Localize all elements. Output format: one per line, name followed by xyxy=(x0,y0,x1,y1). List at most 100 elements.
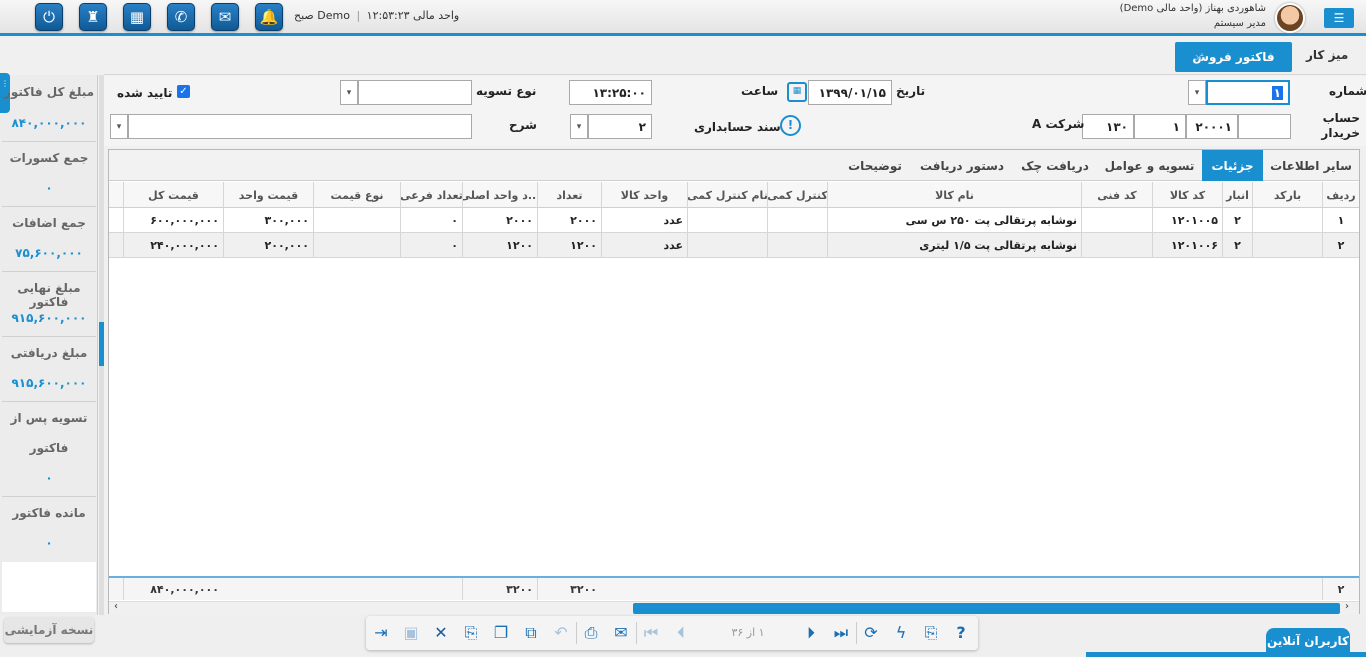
send-mail-icon[interactable]: ✉ xyxy=(610,622,632,644)
approved-checkbox[interactable]: ✓ xyxy=(177,85,190,98)
cell-qty-sub[interactable]: ۰ xyxy=(400,208,462,233)
cell-qty[interactable]: ۲۰۰۰ xyxy=(537,208,601,233)
save-icon[interactable]: ▣ xyxy=(400,622,422,644)
paste-icon[interactable]: ⧉ xyxy=(520,622,542,644)
date-field[interactable]: ۱۳۹۹/۰۱/۱۵ xyxy=(808,80,892,105)
summary-final: مبلغ نهایی فاکتور xyxy=(17,281,81,309)
col-warehouse[interactable]: انبار xyxy=(1222,182,1252,208)
cell-barcode[interactable] xyxy=(1252,233,1322,258)
settlement-type-dropdown[interactable]: ▾ xyxy=(340,80,358,105)
tab-desk[interactable]: میز کار xyxy=(1306,48,1348,62)
col-item-name[interactable]: نام کالا xyxy=(827,182,1081,208)
info-icon[interactable]: ! xyxy=(780,115,801,136)
cell-unit[interactable]: عدد xyxy=(601,208,687,233)
buyer-code3-field[interactable]: ۱۳۰ xyxy=(1082,114,1134,139)
col-qty-sub[interactable]: تعداد فرعی xyxy=(400,182,462,208)
menu-icon[interactable]: ☰ xyxy=(1324,8,1354,28)
tab-receive-check[interactable]: دریافت چک xyxy=(1017,150,1093,181)
first-record-icon[interactable]: ⏮ xyxy=(640,622,662,644)
tab-notes[interactable]: توضیحات xyxy=(843,150,907,181)
bell-icon[interactable]: 🔔 xyxy=(255,3,283,31)
cell-item-code[interactable]: ۱۲۰۱۰۰۵ xyxy=(1152,208,1222,233)
col-total-price[interactable]: قیمت کل xyxy=(123,182,223,208)
cell-qty-control[interactable] xyxy=(767,233,827,258)
next-record-icon[interactable]: ⏵ xyxy=(800,622,822,644)
tab-receive-order[interactable]: دستور دریافت xyxy=(917,150,1007,181)
time-field[interactable]: ۱۳:۲۵:۰۰ xyxy=(569,80,652,105)
col-qty-control-name[interactable]: نام کنترل کمی xyxy=(687,182,767,208)
cell-unit[interactable]: عدد xyxy=(601,233,687,258)
buyer-code2-field[interactable]: ۱ xyxy=(1134,114,1186,139)
calculator-icon[interactable]: ▦ xyxy=(123,3,151,31)
delete-icon[interactable]: ✕ xyxy=(430,622,452,644)
close-icon[interactable]: × xyxy=(1194,51,1203,64)
description-select-dropdown[interactable]: ▾ xyxy=(570,114,588,139)
printer-bell-icon[interactable]: ♜ xyxy=(79,3,107,31)
avatar[interactable] xyxy=(1275,3,1305,33)
cell-unit-price[interactable]: ۳۰۰,۰۰۰ xyxy=(223,208,313,233)
number-field[interactable]: ۱ xyxy=(1206,80,1290,105)
last-record-icon[interactable]: ⏭ xyxy=(830,622,852,644)
cell-item-name[interactable]: نوشابه پرتقالی پت ۲۵۰ س سی xyxy=(827,208,1081,233)
scroll-right-icon[interactable]: › xyxy=(1345,601,1349,612)
cell-item-name[interactable]: نوشابه پرتقالی پت ۱/۵ لیتری xyxy=(827,233,1081,258)
col-qty[interactable]: تعداد xyxy=(537,182,601,208)
cell-warehouse[interactable]: ۲ xyxy=(1222,208,1252,233)
col-row[interactable]: ردیف xyxy=(1322,182,1359,208)
col-tech-code[interactable]: کد فنی xyxy=(1081,182,1152,208)
col-unit-price[interactable]: قیمت واحد xyxy=(223,182,313,208)
cell-qty-main-unit[interactable]: ۱۲۰۰ xyxy=(462,233,537,258)
online-users-tab[interactable]: کاربران آنلاین xyxy=(1266,628,1350,654)
tab-details[interactable]: جزئیات xyxy=(1202,150,1263,181)
cell-item-code[interactable]: ۱۲۰۱۰۰۶ xyxy=(1152,233,1222,258)
tab-sales-invoice[interactable]: فاکتور فروش xyxy=(1175,42,1292,72)
description-select[interactable]: ۲ xyxy=(588,114,652,139)
col-item-code[interactable]: کد کالا xyxy=(1152,182,1222,208)
voucher-label: سند حسابداری xyxy=(694,120,781,134)
settlement-type-field[interactable] xyxy=(358,80,472,105)
cell-unit-price[interactable]: ۲۰۰,۰۰۰ xyxy=(223,233,313,258)
tab-settlement-agents[interactable]: تسویه و عوامل xyxy=(1103,150,1196,181)
unit-name: Demo xyxy=(317,9,350,22)
col-unit[interactable]: واحد کالا xyxy=(601,182,687,208)
print-icon[interactable]: ⎙ xyxy=(580,622,602,644)
exit-icon[interactable]: ⇥ xyxy=(370,622,392,644)
description-dropdown[interactable]: ▾ xyxy=(110,114,128,139)
cell-qty[interactable]: ۱۲۰۰ xyxy=(537,233,601,258)
number-dropdown[interactable]: ▾ xyxy=(1188,80,1206,105)
cell-tech-code[interactable] xyxy=(1081,208,1152,233)
col-barcode[interactable]: بارکد xyxy=(1252,182,1322,208)
buyer-code1-field[interactable]: ۲۰۰۰۱ xyxy=(1186,114,1238,139)
col-qty-control[interactable]: کنترل کمی xyxy=(767,182,827,208)
attachment-icon[interactable]: ⎘ xyxy=(920,622,942,644)
cell-price-type[interactable] xyxy=(313,208,400,233)
scrollbar-thumb[interactable] xyxy=(633,603,1340,614)
tab-other-info[interactable]: سایر اطلاعات xyxy=(1269,150,1353,181)
phone-icon[interactable]: ✆ xyxy=(167,3,195,31)
cell-qty-control-name[interactable] xyxy=(687,233,767,258)
copy-icon[interactable]: ❐ xyxy=(490,622,512,644)
cell-qty-sub[interactable]: ۰ xyxy=(400,233,462,258)
refresh-icon[interactable]: ⟳ xyxy=(860,622,882,644)
power-icon[interactable]: ⏻ xyxy=(35,3,63,31)
calendar-icon[interactable]: ▦ xyxy=(787,82,807,102)
buyer-extra-field[interactable] xyxy=(1238,114,1291,139)
cell-warehouse[interactable]: ۲ xyxy=(1222,233,1252,258)
quick-action-icon[interactable]: ϟ xyxy=(890,622,912,644)
previous-record-icon[interactable]: ⏴ xyxy=(670,622,692,644)
cell-qty-control[interactable] xyxy=(767,208,827,233)
col-price-type[interactable]: نوع قیمت xyxy=(313,182,400,208)
mail-icon[interactable]: ✉ xyxy=(211,3,239,31)
cell-qty-control-name[interactable] xyxy=(687,208,767,233)
summary-total-value: ۸۴۰,۰۰۰,۰۰۰ xyxy=(11,116,87,130)
cell-tech-code[interactable] xyxy=(1081,233,1152,258)
undo-icon[interactable]: ↶ xyxy=(550,622,572,644)
new-document-icon[interactable]: ⎘ xyxy=(460,622,482,644)
cell-price-type[interactable] xyxy=(313,233,400,258)
cell-barcode[interactable] xyxy=(1252,208,1322,233)
scroll-left-icon[interactable]: ‹ xyxy=(114,601,118,612)
description-field[interactable] xyxy=(128,114,472,139)
help-icon[interactable]: ? xyxy=(950,622,972,644)
cell-qty-main-unit[interactable]: ۲۰۰۰ xyxy=(462,208,537,233)
col-qty-main-unit[interactable]: ...د واحد اصلی xyxy=(462,182,537,208)
